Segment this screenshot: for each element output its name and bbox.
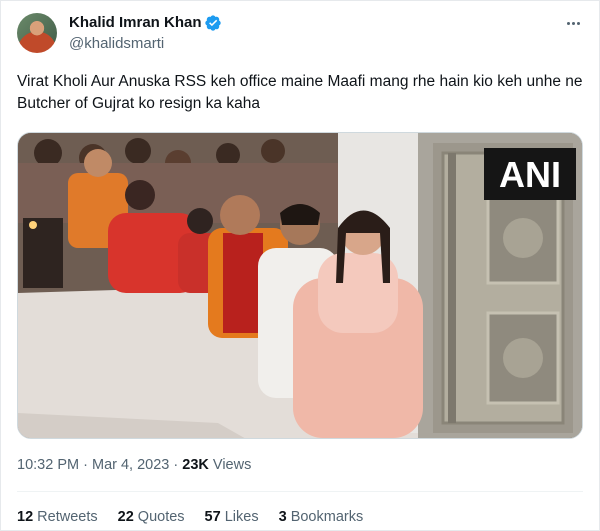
- retweets-label: Retweets: [37, 509, 98, 525]
- bookmarks-label: Bookmarks: [290, 509, 364, 525]
- quotes-stat[interactable]: 22 Quotes: [118, 507, 185, 527]
- quotes-label: Quotes: [137, 509, 185, 525]
- retweets-stat[interactable]: 12 Retweets: [17, 507, 98, 527]
- meta-separator: ·: [173, 457, 179, 473]
- tweet-card: Khalid Imran Khan @khalidsmarti Virat Kh…: [0, 0, 600, 531]
- tweet-date[interactable]: Mar 4, 2023: [92, 457, 169, 473]
- verified-badge-icon: [205, 15, 221, 31]
- author-name[interactable]: Khalid Imran Khan: [69, 13, 202, 33]
- tweet-text: Virat Kholi Aur Anuska RSS keh office ma…: [17, 73, 583, 112]
- views-count: 23K: [182, 457, 209, 473]
- tweet-meta: 10:32 PM · Mar 4, 2023 · 23K Views: [17, 455, 251, 475]
- bookmarks-count: 3: [278, 509, 287, 525]
- more-options-icon[interactable]: [563, 13, 583, 33]
- tweet-video[interactable]: ANI: [17, 132, 583, 439]
- likes-count: 57: [204, 509, 221, 525]
- bookmarks-stat[interactable]: 3 Bookmarks: [279, 507, 364, 527]
- divider: [17, 491, 583, 492]
- ani-watermark: ANI: [499, 154, 561, 195]
- meta-separator: ·: [83, 457, 88, 473]
- engagement-stats: 12 Retweets 22 Quotes 57 Likes 3 Bookmar…: [17, 507, 363, 527]
- video-frame: ANI: [18, 133, 582, 438]
- avatar[interactable]: [17, 13, 57, 53]
- quotes-count: 22: [117, 509, 134, 525]
- tweet-time[interactable]: 10:32 PM: [17, 457, 79, 473]
- likes-stat[interactable]: 57 Likes: [205, 507, 259, 527]
- likes-label: Likes: [224, 509, 259, 525]
- author-handle[interactable]: @khalidsmarti: [69, 34, 164, 54]
- views-label: Views: [212, 457, 252, 473]
- retweets-count: 12: [17, 509, 34, 525]
